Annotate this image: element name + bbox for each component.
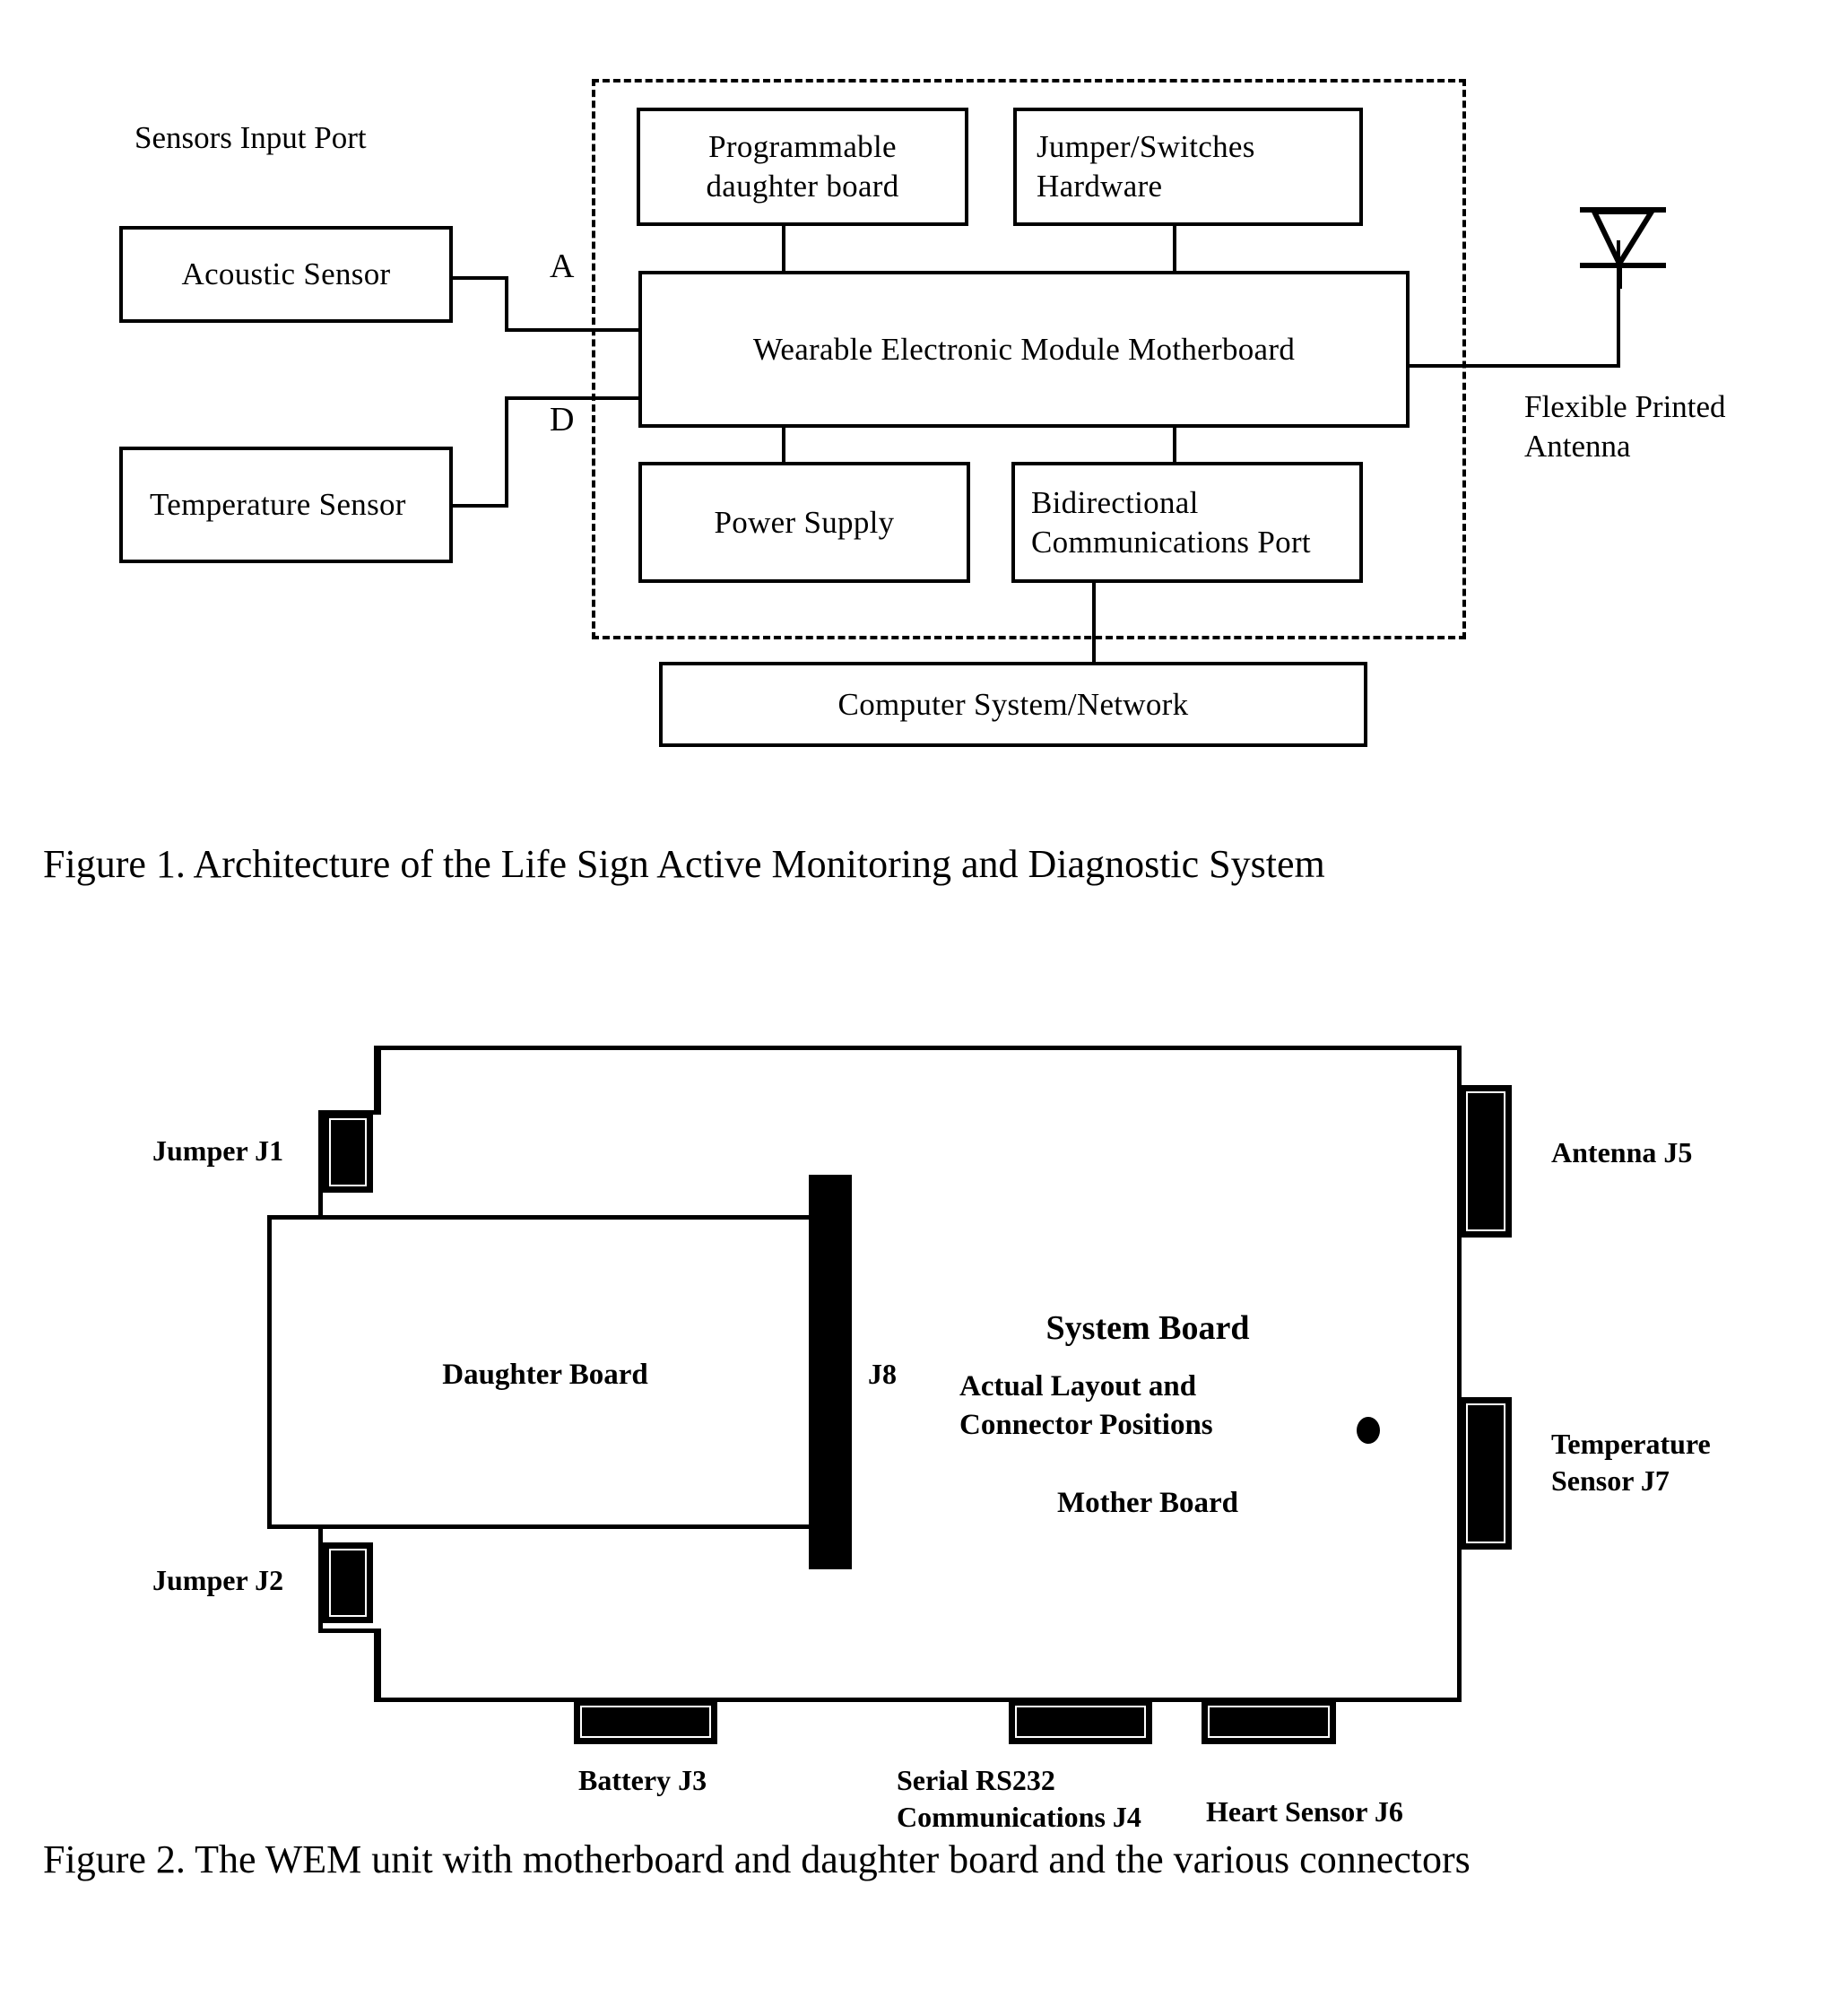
mother-board-label: Mother Board bbox=[1057, 1487, 1238, 1519]
actual-layout-label: Actual Layout and Connector Positions bbox=[959, 1370, 1213, 1441]
temperature-sensor-label: Temperature Sensor bbox=[150, 487, 406, 523]
wire-acoustic-1 bbox=[453, 276, 508, 280]
bidirectional-comm-port-label: Bidirectional Communications Port bbox=[1031, 484, 1311, 560]
sensors-input-port-label: Sensors Input Port bbox=[134, 120, 367, 155]
connector-j8 bbox=[809, 1175, 852, 1569]
wire-mb-to-commport bbox=[1173, 428, 1176, 464]
flexible-printed-antenna-label: Flexible Printed Antenna bbox=[1524, 389, 1726, 464]
programmable-daughter-board-label: Programmable daughter board bbox=[706, 129, 899, 204]
connector-heart-sensor-j6 bbox=[1202, 1699, 1336, 1744]
connector-jumper-j1-label: Jumper J1 bbox=[152, 1134, 284, 1167]
figure-1-diagram: Sensors Input Port Acoustic Sensor Tempe… bbox=[0, 0, 1848, 807]
figure-2-diagram: Daughter Board J8 Jumper J1 Jumper J2 An… bbox=[0, 1004, 1848, 1833]
wire-temperature-2 bbox=[505, 396, 508, 508]
mother-board-step-bottom bbox=[318, 1629, 381, 1633]
wearable-electronic-module-box: Wearable Electronic Module Motherboard bbox=[638, 271, 1410, 428]
connector-antenna-j5-label: Antenna J5 bbox=[1551, 1136, 1693, 1168]
mother-board-edge-lower-left bbox=[374, 1630, 378, 1702]
system-board-label: System Board bbox=[1045, 1309, 1250, 1347]
computer-system-network-label: Computer System/Network bbox=[837, 686, 1189, 722]
connector-temperature-sensor-j7 bbox=[1460, 1397, 1512, 1550]
connector-serial-rs232-j4-label: Serial RS232 Communications J4 bbox=[897, 1764, 1141, 1833]
acoustic-sensor-box: Acoustic Sensor bbox=[119, 226, 453, 323]
power-supply-box: Power Supply bbox=[638, 462, 970, 583]
acoustic-sensor-label: Acoustic Sensor bbox=[181, 256, 391, 292]
wire-jumper-to-mb bbox=[1173, 226, 1176, 273]
figure-1-caption: Figure 1. Architecture of the Life Sign … bbox=[43, 842, 1325, 886]
connector-jumper-j2-label: Jumper J2 bbox=[152, 1564, 284, 1596]
power-supply-label: Power Supply bbox=[714, 504, 895, 540]
mother-board-outline-lower bbox=[377, 1630, 1462, 1702]
wire-commport-to-computer bbox=[1092, 583, 1096, 664]
port-d-label: D bbox=[550, 401, 575, 439]
antenna-icon bbox=[1580, 207, 1666, 289]
bidirectional-comm-port-box: Bidirectional Communications Port bbox=[1011, 462, 1363, 583]
wire-acoustic-2 bbox=[505, 276, 508, 332]
board-mounting-dot-icon bbox=[1357, 1417, 1380, 1444]
programmable-daughter-board-box: Programmable daughter board bbox=[637, 108, 968, 226]
wire-mb-to-antenna-h bbox=[1410, 364, 1620, 368]
jumper-switches-hardware-box: Jumper/Switches Hardware bbox=[1013, 108, 1363, 226]
daughter-board-label: Daughter Board bbox=[442, 1359, 648, 1391]
temperature-sensor-box: Temperature Sensor bbox=[119, 447, 453, 563]
wire-daughter-to-mb bbox=[782, 226, 785, 273]
figure-2-caption: Figure 2. The WEM unit with motherboard … bbox=[43, 1837, 1471, 1881]
connector-temperature-sensor-j7-label: Temperature Sensor J7 bbox=[1551, 1428, 1711, 1497]
connector-j8-label: J8 bbox=[868, 1358, 897, 1390]
computer-system-network-box: Computer System/Network bbox=[659, 662, 1367, 747]
connector-jumper-j2 bbox=[323, 1542, 373, 1623]
mother-board-edge-upper-left bbox=[374, 1046, 378, 1114]
wire-acoustic-3 bbox=[505, 328, 641, 332]
connector-heart-sensor-j6-label: Heart Sensor J6 bbox=[1206, 1795, 1403, 1828]
connector-serial-rs232-j4 bbox=[1009, 1699, 1152, 1744]
connector-antenna-j5 bbox=[1460, 1085, 1512, 1238]
wire-temperature-1 bbox=[453, 504, 508, 508]
jumper-switches-hardware-label: Jumper/Switches Hardware bbox=[1037, 129, 1255, 204]
connector-battery-j3-label: Battery J3 bbox=[578, 1764, 707, 1796]
wearable-electronic-module-label: Wearable Electronic Module Motherboard bbox=[752, 331, 1296, 367]
mother-board-outline-upper bbox=[377, 1046, 1462, 1116]
connector-jumper-j1 bbox=[323, 1112, 373, 1193]
wire-mb-to-power bbox=[782, 428, 785, 464]
connector-battery-j3 bbox=[574, 1699, 717, 1744]
port-a-label: A bbox=[550, 248, 575, 285]
